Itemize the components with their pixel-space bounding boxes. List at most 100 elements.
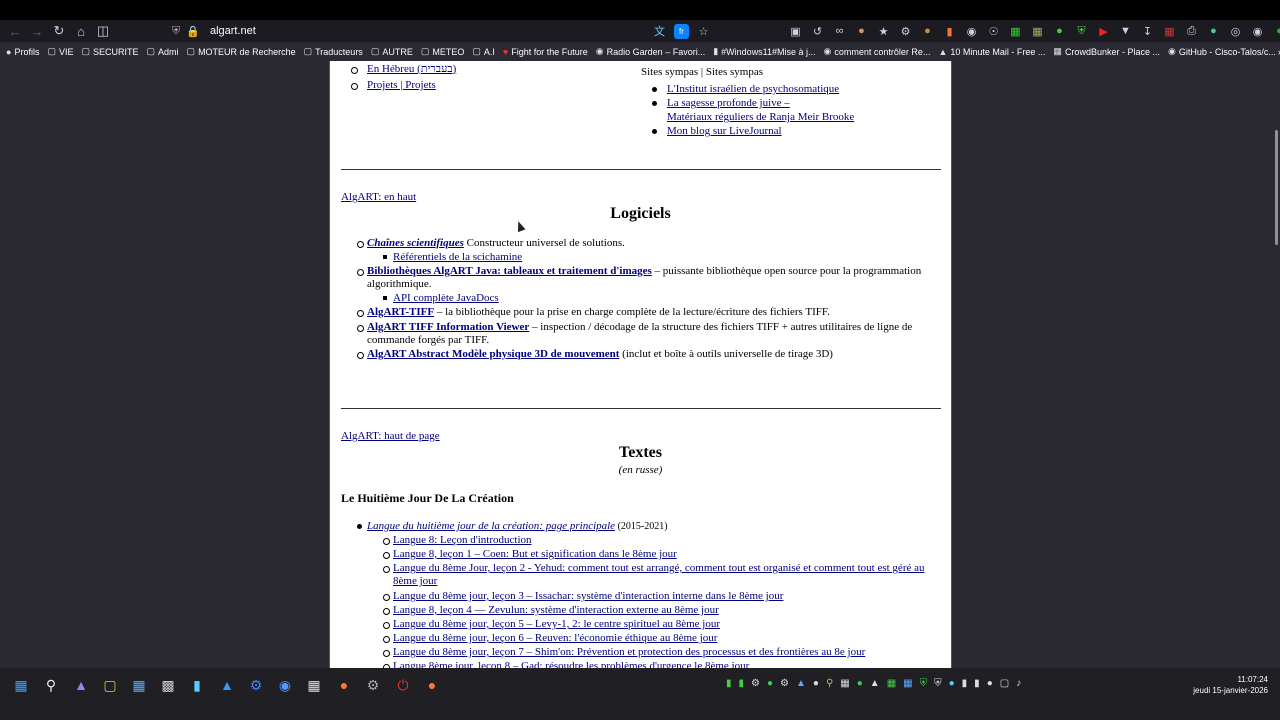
software-link[interactable]: Chaînes scientifiques	[367, 237, 464, 249]
tray-icon[interactable]: ▲	[870, 678, 880, 689]
extension-icon[interactable]: ▦	[1030, 24, 1045, 39]
lesson-link[interactable]: Langue 8ème jour, leçon 8 – Gad: résoudr…	[393, 660, 749, 668]
bookmark-item[interactable]: ▢ Traducteurs	[304, 46, 363, 57]
forward-icon[interactable]: →	[26, 20, 48, 42]
extension-icon[interactable]: ◉	[964, 24, 979, 39]
tray-icon[interactable]: ▲	[796, 678, 806, 689]
bookmark-item[interactable]: ▦ CrowdBunker - Place ...	[1053, 46, 1160, 57]
search-icon[interactable]: ⚲	[42, 676, 60, 694]
tray-icon[interactable]: ▮	[974, 678, 980, 689]
translate-badge[interactable]: fr	[674, 23, 689, 39]
bookmark-item[interactable]: ▢ AUTRE	[371, 46, 413, 57]
home-icon[interactable]: ⌂	[70, 20, 92, 42]
main-page-link[interactable]: Langue du huitième jour de la création: …	[367, 520, 615, 532]
lesson-link[interactable]: Langue du 8ème jour, leçon 5 – Levy-1, 2…	[393, 618, 720, 630]
bookmark-star-icon[interactable]: ☆	[696, 24, 711, 39]
top-link[interactable]: AlgART: en haut	[341, 191, 416, 203]
bookmark-item[interactable]: ♥ Fight for the Future	[503, 47, 588, 57]
tray-icon[interactable]: ⛨	[920, 678, 928, 689]
tray-icon[interactable]: ⚲	[826, 678, 833, 689]
projects-link[interactable]: Projets | Projets	[367, 79, 436, 91]
start-icon[interactable]: ▦	[12, 676, 30, 694]
extension-icon[interactable]: ▦	[1162, 24, 1177, 39]
print-icon[interactable]: ⎙	[1184, 24, 1199, 39]
shield-icon[interactable]: ⛨	[172, 25, 180, 38]
volume-icon[interactable]: ♪	[1016, 678, 1021, 689]
lesson-link[interactable]: Langue du 8ème jour, leçon 6 – Reuven: l…	[393, 632, 717, 644]
bookmark-item[interactable]: ▲ 10 Minute Mail - Free ...	[938, 47, 1045, 57]
lesson-link[interactable]: Langue 8, leçon 1 – Coen: But et signifi…	[393, 548, 677, 560]
download-icon[interactable]: ↧	[1140, 24, 1155, 39]
extension-icon[interactable]: ●	[920, 24, 935, 39]
tray-icon[interactable]: ●	[857, 678, 863, 689]
bookmark-item[interactable]: ▢ METEO	[421, 46, 465, 57]
app-icon[interactable]: ▲	[218, 676, 236, 694]
software-link[interactable]: AlgART Abstract Modèle physique 3D de mo…	[367, 348, 619, 360]
bookmark-item[interactable]: ▢ MOTEUR de Recherche	[187, 46, 296, 57]
sidebar-icon[interactable]: ◫	[92, 20, 114, 42]
app-icon[interactable]: ▦	[130, 676, 148, 694]
network-icon[interactable]: ▢	[1000, 678, 1009, 689]
tray-icon[interactable]: ▮	[962, 678, 968, 689]
history-icon[interactable]: ↺	[810, 24, 825, 39]
extension-icon[interactable]: ★	[876, 24, 891, 39]
extension-icon[interactable]: ●	[1052, 24, 1067, 39]
extension-icon[interactable]: ◎	[1228, 24, 1243, 39]
extension-icon[interactable]: ⛨	[1074, 24, 1089, 39]
extension-icon[interactable]: ▮	[942, 24, 957, 39]
bookmark-item[interactable]: ◉ GitHub - Cisco-Talos/c...	[1168, 46, 1276, 57]
lesson-link[interactable]: Langue du 8ème jour, leçon 3 – Issachar:…	[393, 590, 783, 602]
software-sublink[interactable]: API complète JavaDocs	[393, 292, 499, 304]
tray-icon[interactable]: ●	[949, 678, 955, 689]
extension-icon[interactable]: ▼	[1118, 24, 1133, 39]
tray-icon[interactable]: ▦	[887, 678, 896, 689]
bookmark-item[interactable]: ● Profils	[6, 47, 39, 57]
tray-icon[interactable]: ⛨	[934, 678, 942, 689]
app-icon[interactable]: ▮	[188, 676, 206, 694]
back-icon[interactable]: ←	[4, 20, 26, 42]
extension-icon[interactable]: ◉	[1250, 24, 1265, 39]
sites-link[interactable]: Matériaux réguliers de Ranja Meir Brooke	[667, 111, 854, 123]
firefox-active-icon[interactable]: ●	[423, 676, 441, 694]
lesson-link[interactable]: Langue du 8ème jour, leçon 7 – Shim'on: …	[393, 646, 865, 658]
sites-link[interactable]: Mon blog sur LiveJournal	[667, 125, 782, 137]
scrollbar-thumb[interactable]	[1275, 130, 1278, 245]
file-explorer-icon[interactable]: ▢	[101, 676, 119, 694]
infinity-icon[interactable]: ∞	[832, 24, 847, 39]
translate-icon[interactable]: 文	[652, 24, 667, 39]
app-icon[interactable]: ▦	[305, 676, 323, 694]
tray-icon[interactable]: ⚙	[751, 678, 760, 689]
extension-icon[interactable]: ●	[1272, 24, 1280, 39]
settings-icon[interactable]: ⚙	[364, 676, 382, 694]
sites-link[interactable]: L'Institut israélien de psychosomatique	[667, 83, 839, 95]
gear-icon[interactable]: ⚙	[898, 24, 913, 39]
software-link[interactable]: AlgART-TIFF	[367, 306, 434, 318]
screenshot-icon[interactable]: ▣	[788, 24, 803, 39]
top-link[interactable]: AlgART: haut de page	[341, 430, 440, 442]
extension-icon[interactable]: ●	[1206, 24, 1221, 39]
url-bar[interactable]: ⛨ 🔒 algart.net	[172, 22, 692, 40]
bookmark-item[interactable]: ◉ Radio Garden – Favori...	[596, 46, 705, 57]
extension-icon[interactable]: ▦	[1008, 24, 1023, 39]
app-icon[interactable]: ◉	[276, 676, 294, 694]
bookmark-item[interactable]: ▢ A.I	[472, 46, 495, 57]
hebrew-link[interactable]: En Hébreu (בעברית)	[367, 63, 456, 75]
app-icon[interactable]: ⚙	[247, 676, 265, 694]
tray-icon[interactable]: ▦	[903, 678, 912, 689]
lesson-link[interactable]: Langue 8: Leçon d'introduction	[393, 534, 532, 546]
lesson-link[interactable]: Langue du 8ème Jour, leçon 2 - Yehud: co…	[393, 562, 938, 588]
bookmark-item[interactable]: ◉ comment contrôler Re...	[824, 46, 931, 57]
extension-icon[interactable]: ●	[854, 24, 869, 39]
power-icon[interactable]: ⏻	[394, 676, 412, 694]
url-text[interactable]: algart.net	[210, 25, 256, 37]
bookmark-item[interactable]: ▮ #Windows11#Mise à j...	[713, 46, 815, 57]
lesson-link[interactable]: Langue 8, leçon 4 — Zevulun: système d'i…	[393, 604, 719, 616]
software-link[interactable]: AlgART TIFF Information Viewer	[367, 321, 529, 333]
lock-icon[interactable]: 🔒	[186, 25, 200, 38]
bookmark-item[interactable]: ▢ SECURITE	[81, 46, 138, 57]
software-link[interactable]: Bibliothèques AlgART Java: tableaux et t…	[367, 265, 652, 277]
reload-icon[interactable]: ↻	[48, 20, 70, 42]
tray-icon[interactable]: ▮	[739, 678, 745, 689]
firefox-icon[interactable]: ●	[335, 676, 353, 694]
software-sublink[interactable]: Référentiels de la scichamine	[393, 251, 522, 263]
